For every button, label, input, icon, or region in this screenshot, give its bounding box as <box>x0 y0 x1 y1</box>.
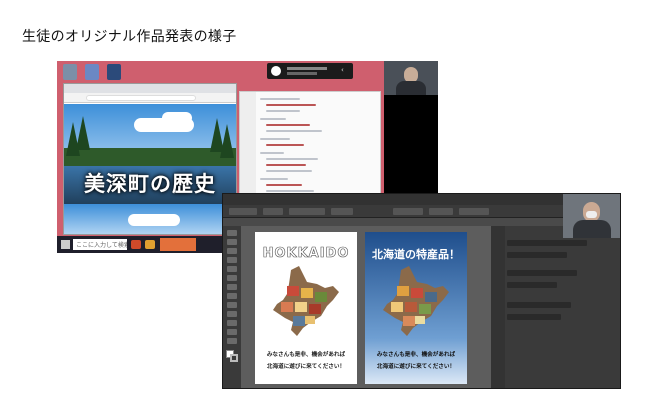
stroke-swatch[interactable] <box>230 354 238 362</box>
code-line <box>266 170 312 172</box>
artboard-canvas: HOKKAIDO みなさんも是非、機会があれば 北海道に遊びに来てください！ 北… <box>241 226 491 388</box>
option-control[interactable] <box>459 208 489 215</box>
artboard-hokkaido[interactable]: HOKKAIDO みなさんも是非、機会があれば 北海道に遊びに来てください！ <box>255 232 357 384</box>
selection-tool-icon[interactable] <box>227 230 237 236</box>
page-heading: 美深町の歴史 <box>84 171 216 196</box>
line-tool-icon[interactable] <box>227 266 237 272</box>
illustrator-presentation-screenshot: HOKKAIDO みなさんも是非、機会があれば 北海道に遊びに来てください！ 北… <box>222 193 621 389</box>
control-panel-bar[interactable] <box>223 205 620 218</box>
code-line <box>260 118 286 120</box>
taskbar-search-box[interactable]: ここに入力して検索 <box>73 239 127 250</box>
tree-shape <box>220 124 234 158</box>
person-body <box>396 81 426 95</box>
desktop-app-icon[interactable] <box>107 64 121 80</box>
meeting-control-bar[interactable]: ‹ <box>267 63 353 79</box>
direct-select-tool-icon[interactable] <box>227 239 237 245</box>
cloud-shape <box>162 112 192 124</box>
panel-row[interactable] <box>507 240 587 246</box>
code-line <box>260 138 290 140</box>
code-line <box>266 164 306 166</box>
artboard-message-line1: みなさんも是非、機会があれば <box>266 352 346 358</box>
document-tab[interactable] <box>223 218 620 226</box>
app-menu-bar[interactable] <box>223 194 620 205</box>
artboard-title: 北海道の特産品！ <box>372 248 460 261</box>
scale-tool-icon[interactable] <box>227 302 237 308</box>
brush-tool-icon[interactable] <box>227 284 237 290</box>
taskbar-app-icon[interactable] <box>145 240 155 249</box>
code-line <box>266 110 300 112</box>
option-control[interactable] <box>263 208 283 215</box>
pen-tool-icon[interactable] <box>227 248 237 254</box>
participant-webcam <box>384 61 438 95</box>
artboard-specialties[interactable]: 北海道の特産品！ みなさんも是非、機会があれば 北海道に遊びに来てください！ <box>365 232 467 384</box>
option-control[interactable] <box>331 208 353 215</box>
option-control[interactable] <box>393 208 423 215</box>
windows-start-icon[interactable] <box>61 240 70 249</box>
hp-logo-icon <box>271 66 281 76</box>
type-tool-icon[interactable] <box>227 257 237 263</box>
code-line <box>266 144 304 146</box>
code-line <box>266 158 318 160</box>
panel-row[interactable] <box>507 302 571 308</box>
rectangle-tool-icon[interactable] <box>227 275 237 281</box>
cloud-shape <box>128 214 180 226</box>
taskbar-active-window[interactable] <box>160 238 196 251</box>
hokkaido-map-collage <box>383 266 449 336</box>
artboard-message-line1: みなさんも是非、機会があれば <box>376 352 456 358</box>
option-control[interactable] <box>229 208 257 215</box>
participant-webcam <box>563 194 620 238</box>
code-line <box>266 130 322 132</box>
code-line <box>266 104 316 106</box>
artboard-title: HOKKAIDO <box>262 246 350 262</box>
url-field[interactable] <box>86 95 196 101</box>
page-title: 生徒のオリジナル作品発表の様子 <box>22 29 237 45</box>
hand-tool-icon[interactable] <box>227 329 237 335</box>
code-line <box>266 190 314 192</box>
desktop-app-icon[interactable] <box>63 64 77 80</box>
code-line <box>260 178 288 180</box>
code-line <box>260 152 284 154</box>
artboard-message-line2: 北海道に遊びに来てください！ <box>266 364 346 370</box>
panel-row[interactable] <box>507 282 557 288</box>
code-line <box>266 184 302 186</box>
zoom-tool-icon[interactable] <box>227 338 237 344</box>
panel-icon-column[interactable] <box>491 226 505 388</box>
taskbar-app-icon[interactable] <box>131 240 141 249</box>
person-body <box>573 220 611 238</box>
meeting-status-line <box>287 67 327 70</box>
meeting-controls-line <box>287 72 317 75</box>
code-line <box>266 124 310 126</box>
chevron-left-icon[interactable]: ‹ <box>341 67 344 74</box>
web-page-hero: 美深町の歴史 <box>64 104 236 234</box>
panel-row[interactable] <box>507 314 561 320</box>
browser-address-bar[interactable] <box>64 93 236 103</box>
face-mask <box>586 211 597 218</box>
properties-panel <box>491 226 620 388</box>
browser-window: 美深町の歴史 <box>63 83 237 235</box>
hokkaido-map-collage <box>273 266 339 336</box>
panel-row[interactable] <box>507 270 577 276</box>
code-line <box>260 98 300 100</box>
desktop-app-icon[interactable] <box>85 64 99 80</box>
option-control[interactable] <box>429 208 453 215</box>
artboard-message-line2: 北海道に遊びに来てください！ <box>376 364 456 370</box>
gradient-tool-icon[interactable] <box>227 311 237 317</box>
eyedropper-tool-icon[interactable] <box>227 320 237 326</box>
browser-tab-strip[interactable] <box>64 84 236 93</box>
option-control[interactable] <box>289 208 325 215</box>
tools-panel <box>223 226 241 388</box>
panel-row[interactable] <box>507 252 567 258</box>
rotate-tool-icon[interactable] <box>227 293 237 299</box>
tree-shape <box>76 116 90 150</box>
